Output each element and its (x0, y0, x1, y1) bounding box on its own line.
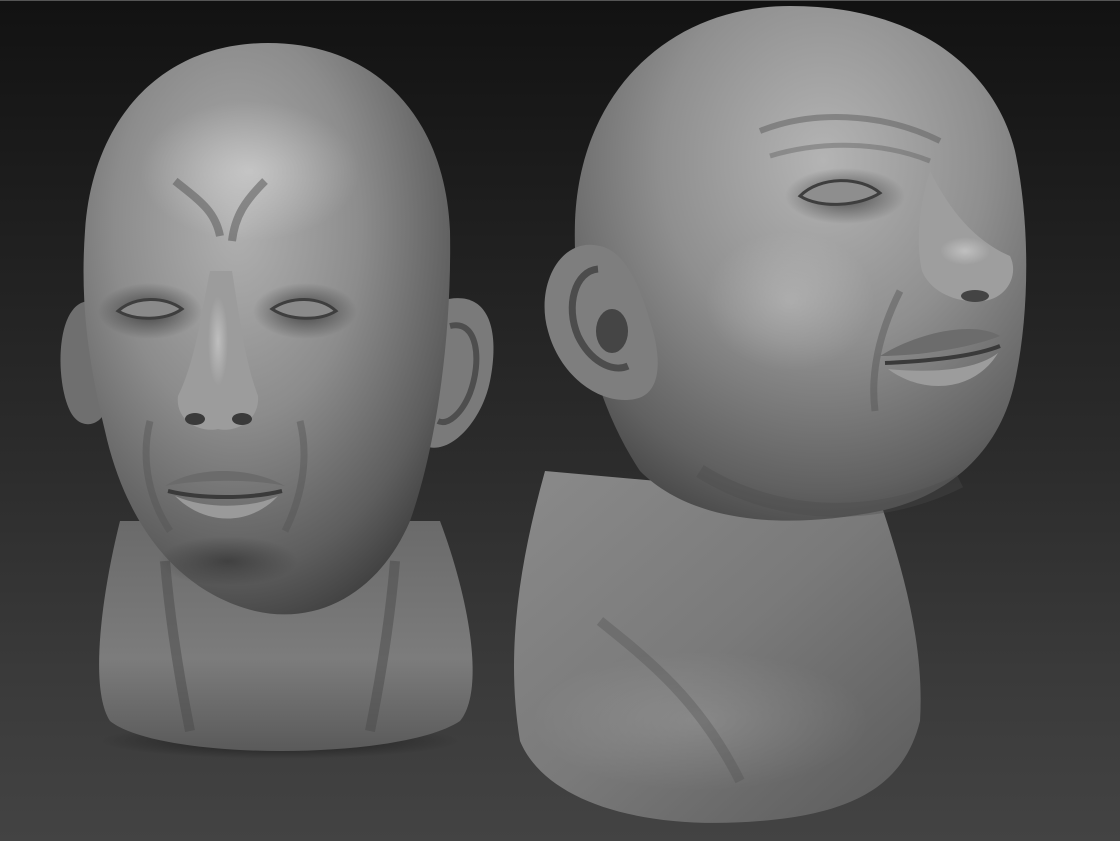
tq-cheek-highlight (705, 231, 875, 371)
tq-nostril (961, 290, 989, 302)
front-nostril-right (232, 413, 252, 425)
head-three-quarter-model[interactable] (514, 6, 1027, 823)
front-chin-shadow (158, 536, 298, 586)
front-nose-highlight (208, 296, 228, 386)
front-nostril-left (185, 413, 205, 425)
tq-nose-highlight (940, 237, 990, 265)
head-front-model[interactable] (60, 43, 494, 759)
sculpt-viewport[interactable]: matcap-gray (0, 0, 1120, 841)
tq-ear-canal (596, 309, 628, 353)
sculpt-canvas[interactable] (0, 1, 1120, 841)
front-forehead-highlight (140, 101, 360, 241)
